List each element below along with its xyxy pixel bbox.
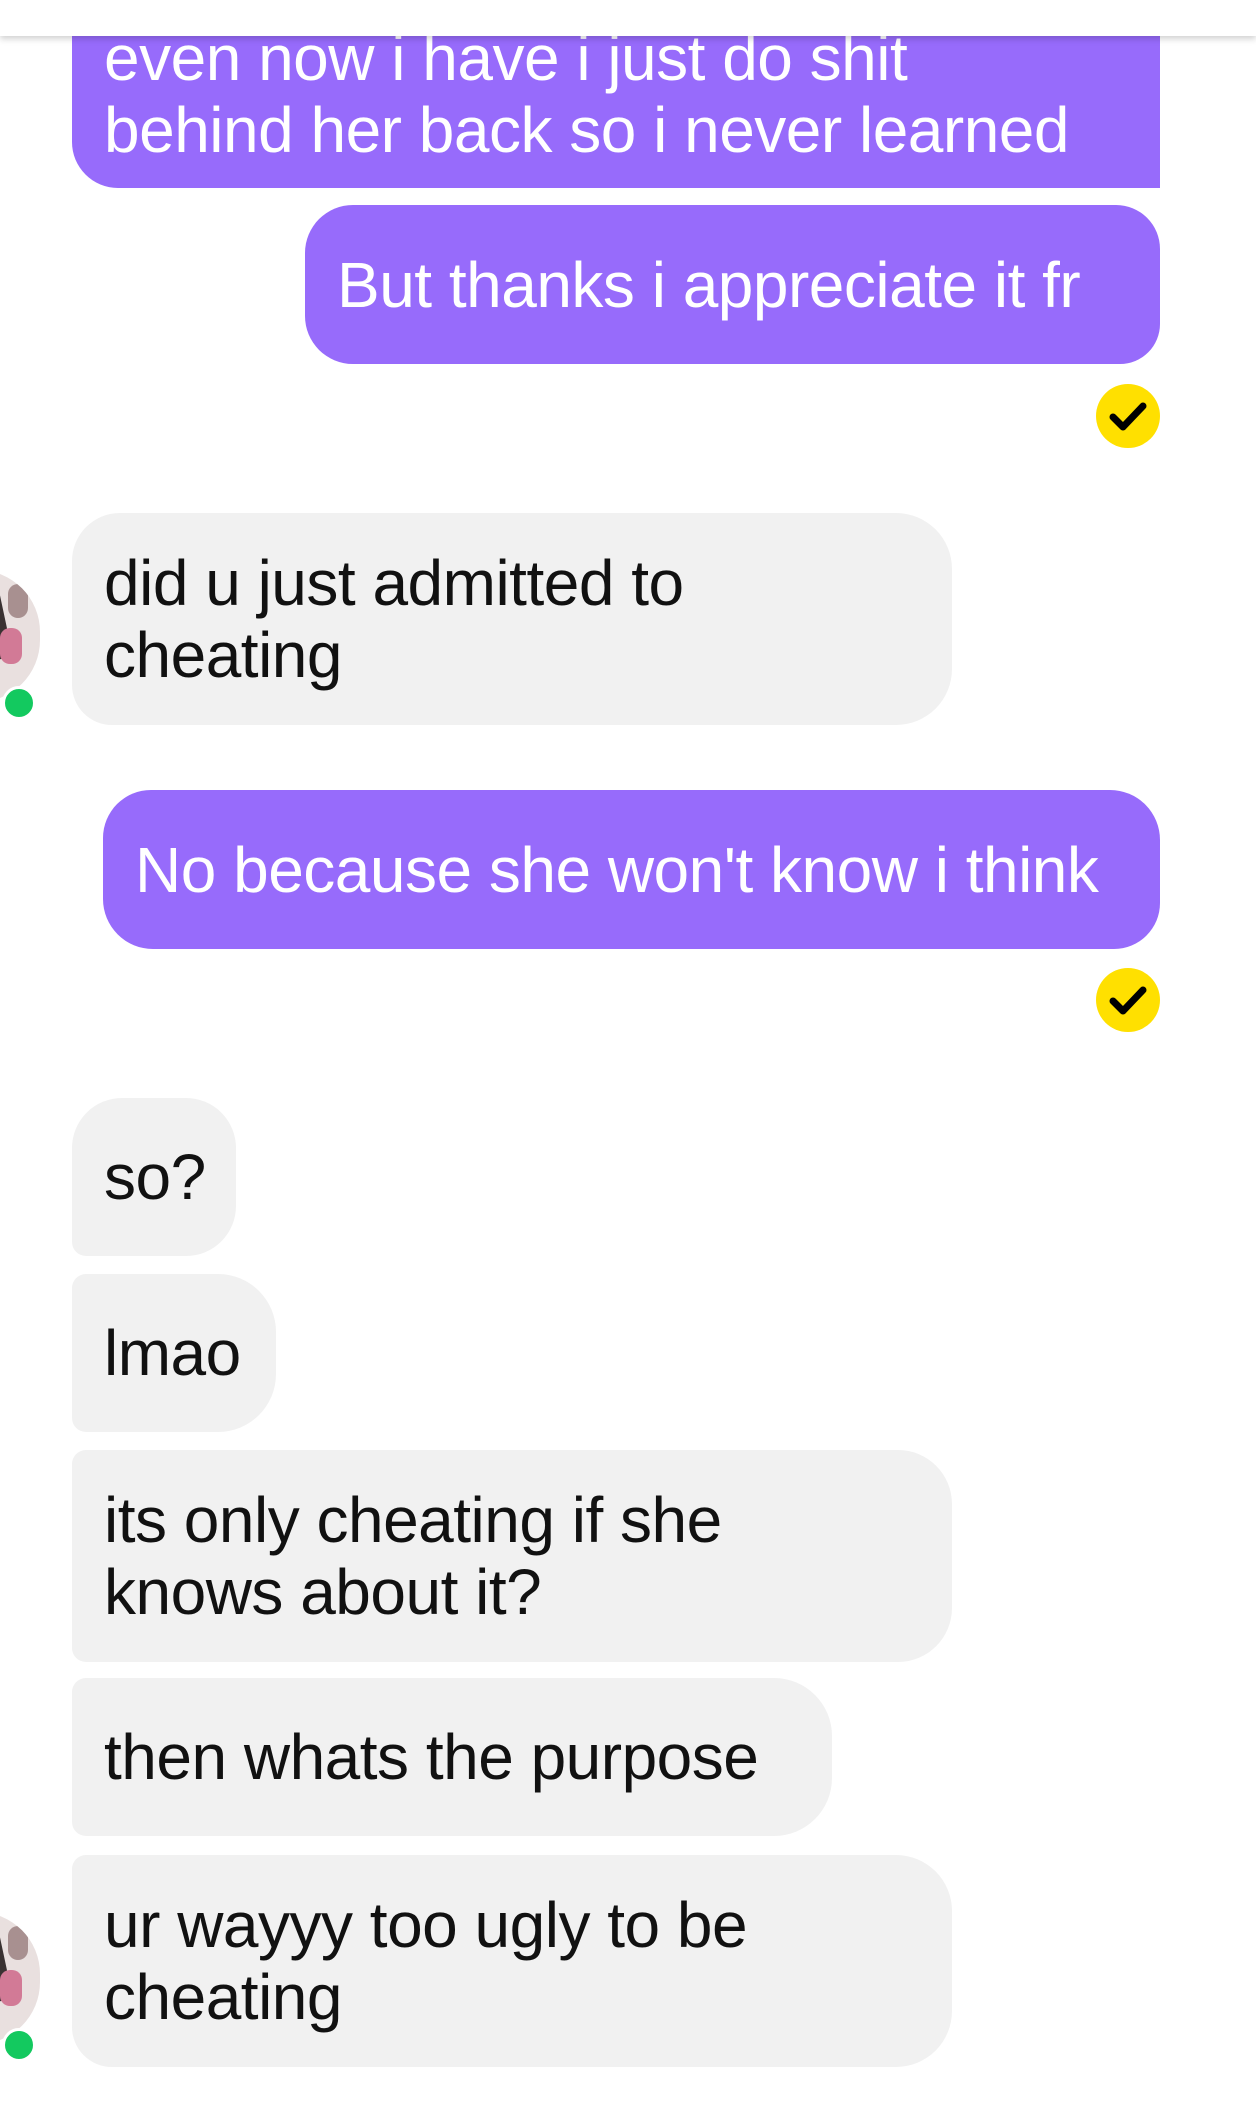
message-text: lmao [104,1317,241,1389]
read-receipt-check-icon [1096,968,1160,1032]
check-icon [1109,986,1147,1015]
message-bubble-received[interactable]: did u just admitted to cheating [72,513,952,725]
message-text: so? [104,1141,206,1213]
check-icon [1109,402,1147,431]
message-text: ur wayyy too ugly to be cheating [104,1889,748,2033]
message-text: then whats the purpose [104,1721,759,1793]
message-text: No because she won't know i think [135,833,1099,906]
message-text: even now i have i just do shit behind he… [104,22,1069,166]
message-bubble-received[interactable]: its only cheating if she knows about it? [72,1450,952,1662]
message-bubble-sent[interactable]: No because she won't know i think [103,790,1160,949]
read-receipt-check-icon [1096,384,1160,448]
message-text: its only cheating if she knows about it? [104,1484,722,1628]
message-text: did u just admitted to cheating [104,547,684,691]
message-bubble-sent[interactable]: But thanks i appreciate it fr [305,205,1160,364]
message-text: But thanks i appreciate it fr [337,248,1081,321]
contact-avatar[interactable] [0,1912,40,2044]
contact-avatar[interactable] [0,570,40,702]
message-bubble-received[interactable]: then whats the purpose [72,1678,832,1836]
message-bubble-received[interactable]: lmao [72,1274,276,1432]
online-status-dot [2,2028,36,2062]
top-bar [0,0,1256,36]
message-bubble-received[interactable]: ur wayyy too ugly to be cheating [72,1855,952,2067]
online-status-dot [2,686,36,720]
message-bubble-received[interactable]: so? [72,1098,236,1256]
